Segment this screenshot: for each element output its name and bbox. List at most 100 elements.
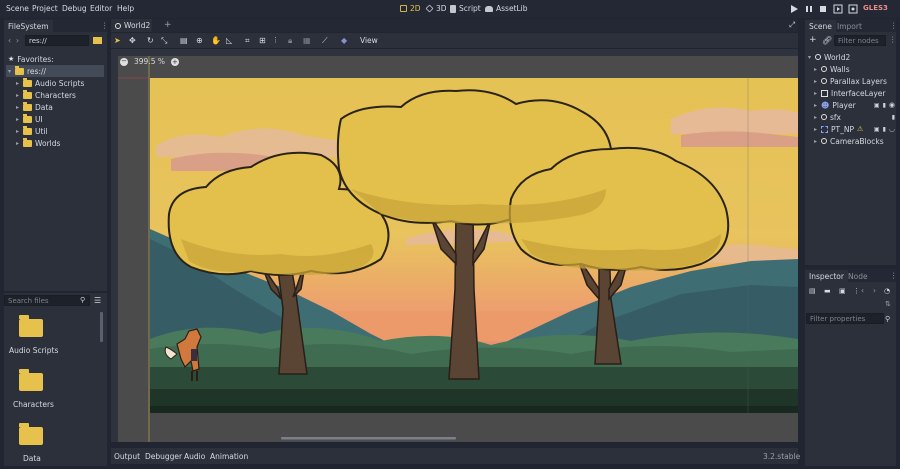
node-world2[interactable]: ▾ World2 [808, 51, 895, 63]
filter-properties-input[interactable]: Filter properties [806, 313, 884, 324]
camera-override-icon[interactable]: ◆ [341, 36, 347, 45]
menu-debug[interactable]: Debug [62, 4, 87, 13]
search-files-input[interactable]: Search files [4, 295, 90, 306]
play-scene-icon[interactable] [833, 4, 843, 14]
scene-menu-icon[interactable]: ⋮ [889, 35, 897, 44]
menu-editor[interactable]: Editor [90, 4, 112, 13]
signal-icon[interactable]: ◡ [889, 125, 895, 133]
lock-icon[interactable]: 🔒︎ [288, 36, 292, 46]
node-walls[interactable]: ▸ Walls [808, 63, 895, 75]
zoom-level[interactable]: 399.5 % [134, 57, 165, 66]
stop-icon[interactable] [818, 4, 828, 14]
script-icon[interactable]: ▮ [883, 126, 886, 133]
visibility-eye-icon[interactable]: ◉ [889, 101, 895, 109]
filter-nodes-input[interactable]: Filter nodes [834, 35, 886, 46]
dock-menu-icon[interactable]: ⋮ [101, 21, 109, 30]
move-tool-icon[interactable]: ✥ [129, 36, 136, 45]
tree-item-audio-scripts[interactable]: ▸ Audio Scripts [8, 77, 104, 89]
grid-snap-icon[interactable]: ⊞ [259, 36, 266, 45]
tab-output[interactable]: Output [114, 452, 140, 461]
node-parallax-layers[interactable]: ▸ Parallax Layers [808, 75, 895, 87]
path-input[interactable]: res:// [25, 35, 89, 46]
node-sfx[interactable]: ▸ sfx ▮ [808, 111, 895, 123]
mode-assetlib-button[interactable]: AssetLib [485, 4, 528, 13]
tree-item-ui[interactable]: ▸ UI [8, 113, 104, 125]
grid-item-characters[interactable]: Characters [6, 367, 58, 417]
script-icon[interactable]: ▮ [883, 102, 886, 109]
group-icon[interactable]: ▦ [303, 36, 311, 45]
node-player[interactable]: ▸ ☻ Player ▣ ▮ ◉ [808, 99, 895, 111]
tab-debugger[interactable]: Debugger [145, 452, 182, 461]
load-resource-icon[interactable]: ▬ [824, 287, 831, 295]
bone-icon[interactable]: ⟋ [322, 36, 328, 46]
tree-item-util[interactable]: ▸ Util [8, 125, 104, 137]
mode-3d-button[interactable]: 3D [425, 4, 447, 13]
tab-node[interactable]: Node [844, 270, 872, 283]
resource-menu-icon[interactable]: ⋮ [853, 287, 860, 295]
snap-menu-icon[interactable]: ⋮ [272, 36, 279, 44]
scrollbar[interactable] [100, 312, 103, 342]
zoom-in-icon[interactable]: + [170, 57, 179, 66]
open-scene-icon[interactable]: ▣ [874, 102, 880, 109]
back-arrow-icon[interactable]: ‹ [8, 36, 11, 45]
tree-item-data[interactable]: ▸ Data [8, 101, 104, 113]
tab-animation[interactable]: Animation [210, 452, 248, 461]
view-menu[interactable]: View [360, 36, 378, 45]
menu-project[interactable]: Project [32, 4, 58, 13]
menu-help[interactable]: Help [117, 4, 134, 13]
list-view-icon[interactable]: ☰ [94, 296, 101, 305]
add-node-icon[interactable]: + [809, 35, 817, 45]
tree-root[interactable]: ▾ res:// [6, 65, 104, 77]
warning-icon[interactable]: ⚠ [857, 125, 863, 133]
snap-toggle-icon[interactable]: ⌗ [245, 36, 250, 46]
grid-item-data[interactable]: Data [6, 421, 58, 466]
forward-arrow-icon[interactable]: › [873, 286, 876, 295]
mode-2d-button[interactable]: 2D [400, 4, 421, 13]
open-scene-icon[interactable]: ▣ [874, 126, 880, 133]
tab-import[interactable]: Import [833, 20, 866, 33]
scale-tool-icon[interactable]: ⤡ [161, 36, 167, 46]
sort-icon[interactable]: ⇅ [885, 300, 891, 308]
tab-scene[interactable]: Scene [805, 20, 836, 33]
scene-tab-world2[interactable]: World2 [111, 19, 152, 32]
forward-arrow-icon[interactable]: › [16, 36, 19, 45]
renderer-selector[interactable]: GLES3 [863, 4, 888, 12]
history-icon[interactable]: ◔ [884, 287, 890, 295]
list-select-icon[interactable]: ▤ [180, 36, 188, 45]
save-resource-icon[interactable]: ▣ [839, 287, 846, 295]
chevron-right-icon: ▸ [814, 101, 818, 109]
node-camerablocks[interactable]: ▸ CameraBlocks [808, 135, 895, 147]
inspector-dock: Inspector Node ⋮ ▤ ▬ ▣ ⋮ ‹ › ◔ ⇅ Filter … [805, 269, 898, 466]
play-icon[interactable] [789, 4, 799, 14]
tab-filesystem[interactable]: FileSystem [4, 20, 53, 33]
pivot-tool-icon[interactable]: ⊕ [196, 36, 203, 45]
tree-item-label: UI [35, 114, 43, 124]
play-custom-icon[interactable] [848, 4, 858, 14]
node-interfacelayer[interactable]: ▸ InterfaceLayer [808, 87, 895, 99]
canvas-viewport[interactable]: − 399.5 % + [111, 49, 798, 442]
tree-item-worlds[interactable]: ▸ Worlds [8, 137, 104, 149]
tree-item-characters[interactable]: ▸ Characters [8, 89, 104, 101]
script-icon[interactable]: ▮ [892, 114, 895, 121]
tab-inspector[interactable]: Inspector [805, 270, 848, 283]
instance-scene-icon[interactable]: 🔗︎ [822, 36, 832, 45]
ruler-tool-icon[interactable]: ◺ [226, 36, 232, 45]
node-pt-np[interactable]: ▸ PT_NP ⚠ ▣ ▮ ◡ [808, 123, 895, 135]
add-tab-icon[interactable]: + [164, 20, 172, 30]
dock-menu-icon[interactable]: ⋮ [890, 271, 898, 280]
menu-scene[interactable]: Scene [6, 4, 29, 13]
distraction-free-icon[interactable]: ⤢ [789, 20, 795, 30]
select-tool-icon[interactable]: ➤ [114, 36, 121, 45]
zoom-out-icon[interactable]: − [120, 57, 128, 66]
grid-item-audio-scripts[interactable]: Audio Scripts [6, 313, 58, 363]
split-view-icon[interactable] [93, 37, 102, 44]
back-arrow-icon[interactable]: ‹ [861, 286, 864, 295]
dock-menu-icon[interactable]: ⋮ [890, 21, 898, 30]
favorites-row[interactable]: ★ Favorites: [8, 53, 104, 65]
rotate-tool-icon[interactable]: ↻ [147, 36, 154, 45]
tab-audio[interactable]: Audio [184, 452, 205, 461]
pan-tool-icon[interactable]: ✋ [211, 36, 221, 45]
mode-script-button[interactable]: Script [450, 4, 481, 13]
pause-icon[interactable] [804, 4, 814, 14]
new-resource-icon[interactable]: ▤ [809, 287, 816, 295]
